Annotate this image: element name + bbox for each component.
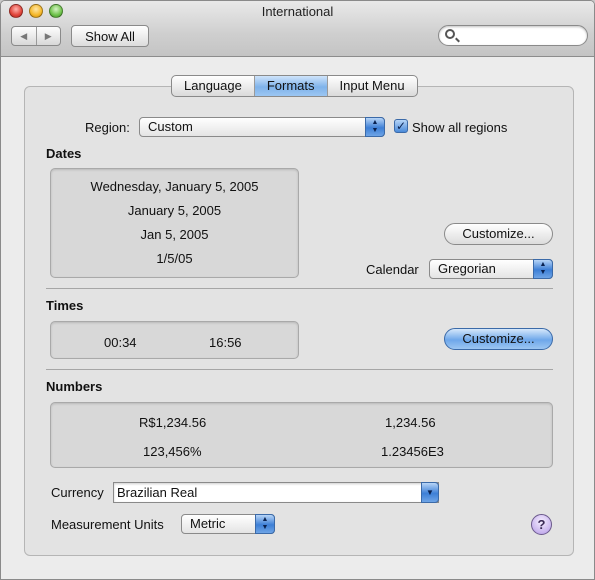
tab-bar: Language Formats Input Menu <box>171 75 418 97</box>
divider <box>46 288 553 289</box>
date-short: 1/5/05 <box>156 251 193 266</box>
search-icon <box>445 29 455 39</box>
region-label: Region: <box>85 120 130 135</box>
number-scientific: 1.23456E3 <box>381 444 444 459</box>
show-all-button[interactable]: Show All <box>71 25 149 47</box>
number-decimal: 1,234.56 <box>385 415 436 430</box>
calendar-label: Calendar <box>366 262 419 277</box>
currency-value: Brazilian Real <box>117 485 198 500</box>
show-all-regions-label[interactable]: Show all regions <box>412 120 507 135</box>
times-preview-well: 00:34 16:56 <box>50 321 299 359</box>
forward-arrow-icon[interactable]: ▶ <box>35 27 61 45</box>
popup-arrows-icon: ▲ ▼ <box>255 514 275 534</box>
dates-customize-button[interactable]: Customize... <box>444 223 553 245</box>
window-title: International <box>261 4 334 19</box>
title-bar: International ◀ ▶ Show All <box>1 1 594 57</box>
divider <box>46 369 553 370</box>
chevron-down-icon[interactable]: ▼ <box>421 482 439 503</box>
region-value: Custom <box>148 119 193 134</box>
search-field[interactable] <box>438 25 588 46</box>
back-forward-control: ◀ ▶ <box>11 26 61 46</box>
tab-formats[interactable]: Formats <box>253 76 327 96</box>
popup-arrows-icon: ▲ ▼ <box>365 117 385 137</box>
show-all-regions-checkbox[interactable]: ✓ <box>394 119 408 133</box>
search-input[interactable] <box>459 27 579 44</box>
tab-input-menu[interactable]: Input Menu <box>326 76 417 96</box>
currency-combo-box[interactable]: Brazilian Real ▼ <box>113 482 439 503</box>
numbers-preview-well: R$1,234.56 1,234.56 123,456% 1.23456E3 <box>50 402 553 468</box>
back-arrow-icon[interactable]: ◀ <box>12 27 36 45</box>
number-currency: R$1,234.56 <box>139 415 207 430</box>
calendar-popup[interactable]: Gregorian ▲ ▼ <box>429 259 553 279</box>
number-percent: 123,456% <box>143 444 202 459</box>
popup-arrows-icon: ▲ ▼ <box>533 259 553 279</box>
measurement-units-popup[interactable]: Metric ▲ ▼ <box>181 514 275 534</box>
date-medium: Jan 5, 2005 <box>140 227 209 242</box>
time-medium: 16:56 <box>209 335 242 350</box>
calendar-value: Gregorian <box>438 261 496 276</box>
time-short: 00:34 <box>104 335 137 350</box>
numbers-heading: Numbers <box>46 379 103 394</box>
help-button[interactable]: ? <box>531 514 552 535</box>
measurement-units-label: Measurement Units <box>51 517 164 532</box>
times-heading: Times <box>46 298 84 313</box>
date-full: Wednesday, January 5, 2005 <box>90 179 259 194</box>
tab-language[interactable]: Language <box>172 76 254 96</box>
currency-label: Currency <box>51 485 104 500</box>
times-customize-button[interactable]: Customize... <box>444 328 553 350</box>
dates-heading: Dates <box>46 146 82 161</box>
preferences-window: International ◀ ▶ Show All Language Form… <box>0 0 595 580</box>
region-popup[interactable]: Custom ▲ ▼ <box>139 117 385 137</box>
date-long: January 5, 2005 <box>127 203 222 218</box>
measurement-units-value: Metric <box>190 516 226 531</box>
dates-preview-well: Wednesday, January 5, 2005 January 5, 20… <box>50 168 299 278</box>
